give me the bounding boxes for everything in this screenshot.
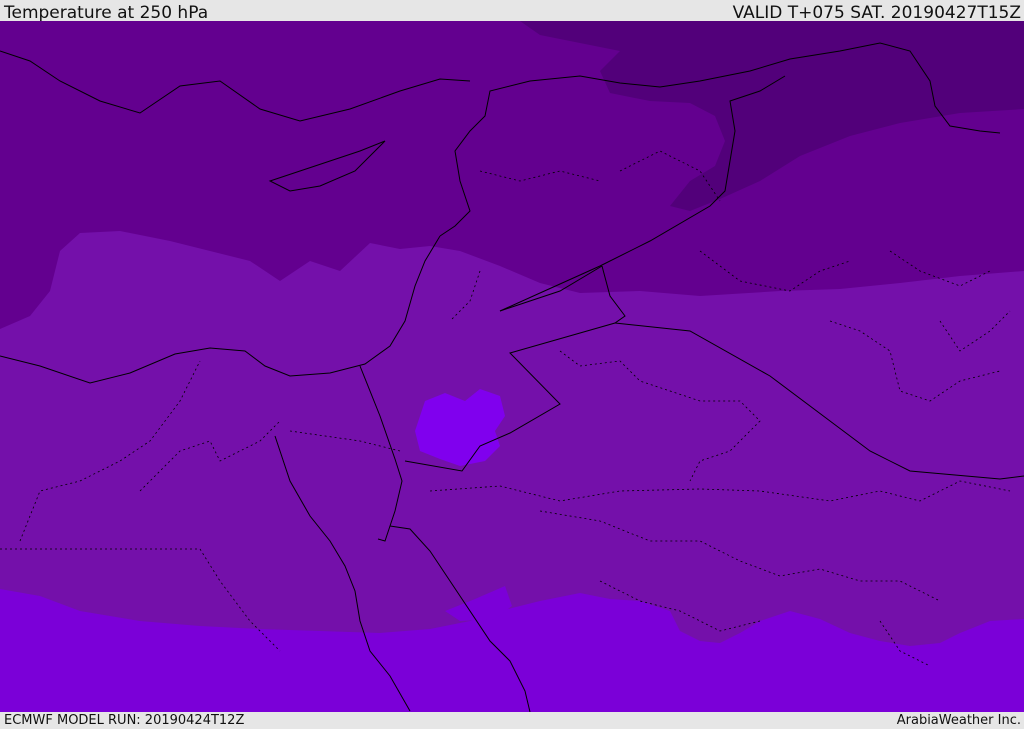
valid-time-label: VALID T+075 SAT. 20190427T15Z <box>732 3 1021 23</box>
chart-title: Temperature at 250 hPa <box>4 3 209 23</box>
header-bar: Temperature at 250 hPa VALID T+075 SAT. … <box>0 0 1024 23</box>
temperature-field-svg <box>0 21 1024 712</box>
model-run-label: ECMWF MODEL RUN: 20190424T12Z <box>4 713 245 728</box>
weather-map[interactable] <box>0 21 1024 712</box>
footer-bar: ECMWF MODEL RUN: 20190424T12Z ArabiaWeat… <box>0 712 1024 729</box>
credit-label: ArabiaWeather Inc. <box>896 713 1021 728</box>
